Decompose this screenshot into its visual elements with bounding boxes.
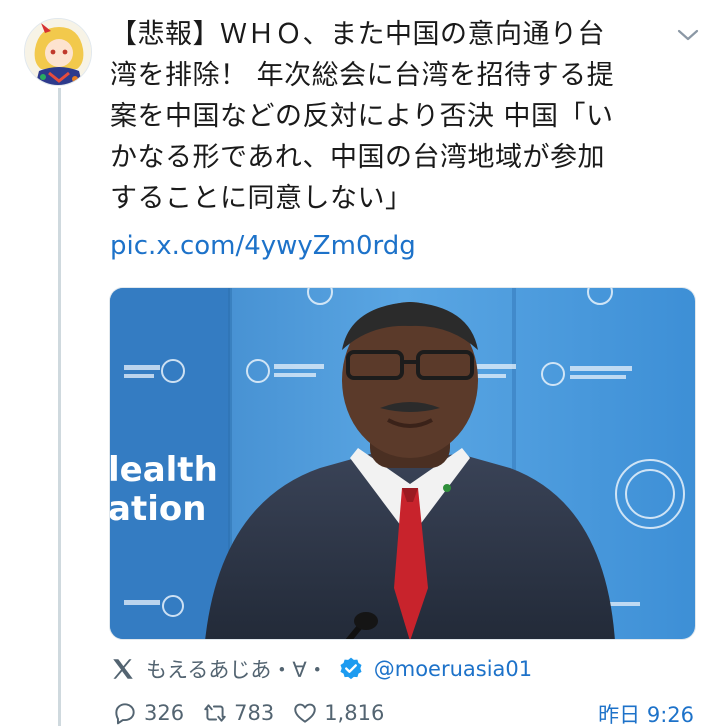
media-photo: lealth ation [110,288,695,639]
timestamp[interactable]: 昨日 9:26 [598,699,694,726]
tweet-line: 案を中国などの反対により否決 中国「い [110,101,614,132]
author-handle[interactable]: @moeruasia01 [374,657,532,681]
author-row[interactable]: もえるあじあ・∀・ @moeruasia01 [110,654,532,684]
verified-badge-icon [340,657,362,680]
media-image[interactable]: lealth ation [109,287,696,640]
tweet-line: かなる形であれ、中国の台湾地域が参加 [110,142,605,173]
tweet-line: することに同意しない」 [110,183,413,214]
media-link[interactable]: pic.x.com/4ywyZm0rdg [110,231,416,261]
chevron-down-icon[interactable] [676,26,700,44]
retweet-icon [204,704,226,722]
avatar-image [25,19,91,85]
like-icon [294,703,316,723]
author-name[interactable]: もえるあじあ・∀・ [146,654,328,684]
tweet-line: 湾を排除！ 年次総会に台湾を招待する提 [110,60,615,91]
stats-row: 326 783 1,816 [112,698,402,726]
backdrop-text: lealth [110,450,218,490]
retweet-button[interactable]: 783 [202,700,274,726]
reply-icon [115,703,135,725]
tweet-text: 【悲報】ＷＨＯ、また中国の意向通り台 湾を排除！ 年次総会に台湾を招待する提 案… [110,14,670,219]
like-button[interactable]: 1,816 [292,700,384,726]
reply-button[interactable]: 326 [112,700,184,726]
reply-count: 326 [144,701,185,725]
avatar[interactable] [24,18,92,86]
x-logo-icon [113,659,133,679]
thread-line [58,88,61,726]
like-count: 1,816 [324,701,385,725]
tweet-line: 【悲報】ＷＨＯ、また中国の意向通り台 [110,19,605,50]
backdrop-text: ation [110,489,206,529]
retweet-count: 783 [234,701,275,725]
